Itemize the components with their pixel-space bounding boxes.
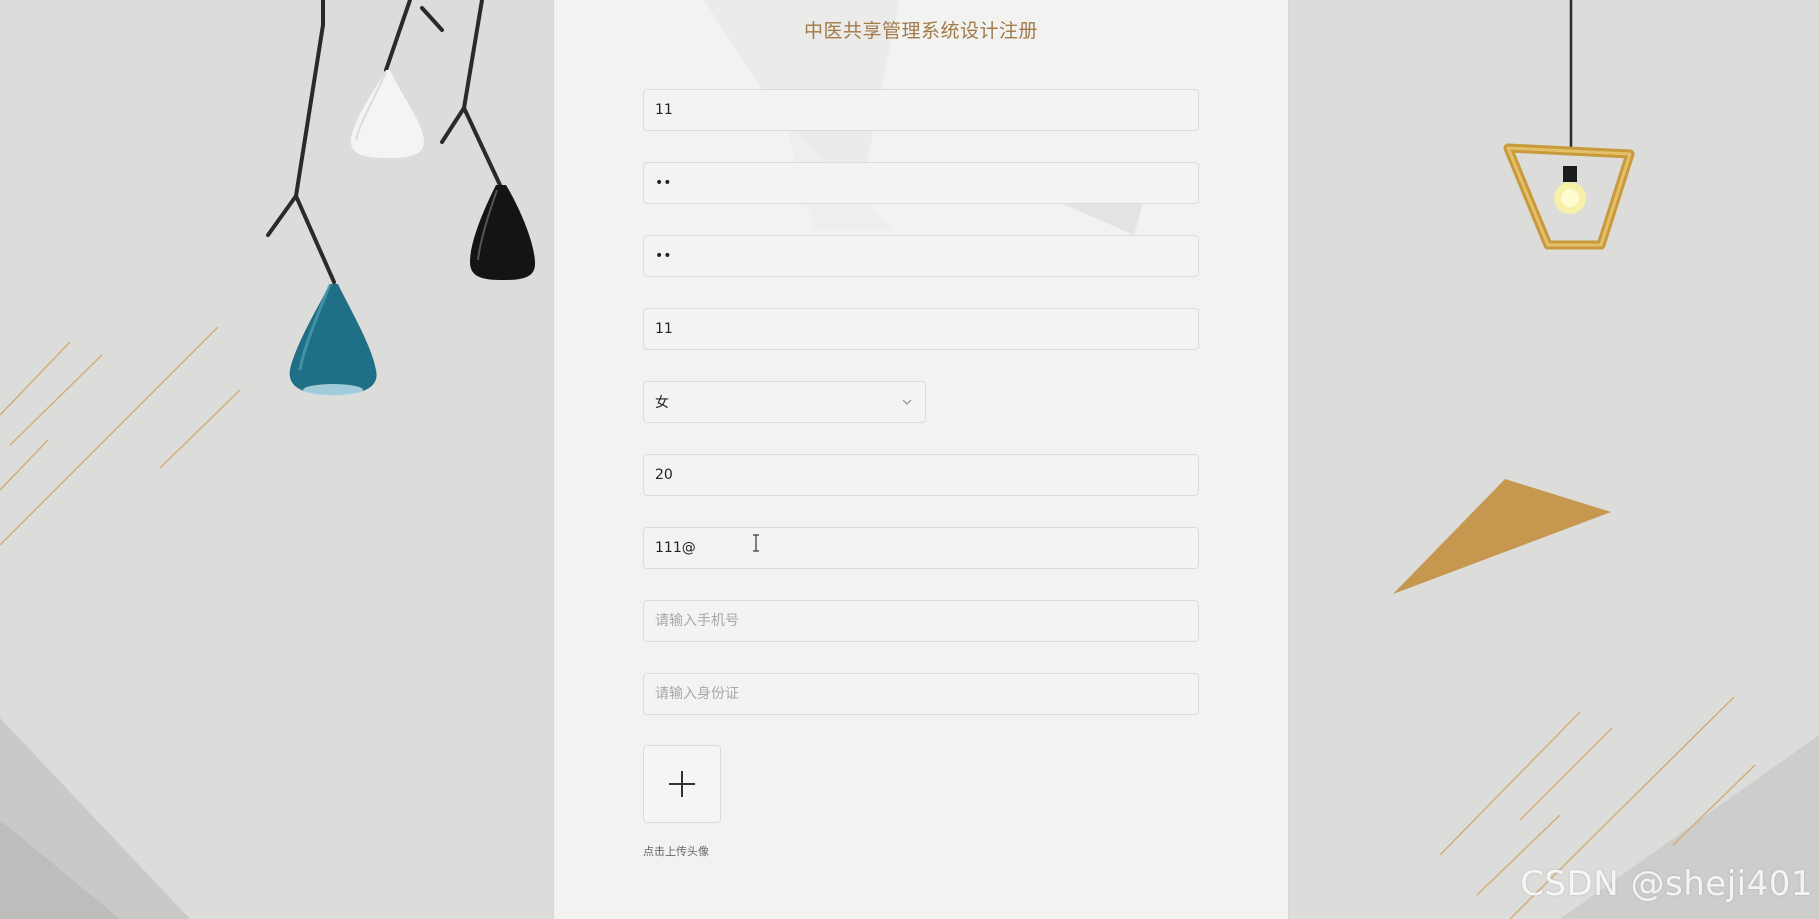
avatar-upload-button[interactable] <box>643 745 721 823</box>
confirm-password-field[interactable] <box>643 235 1199 277</box>
id-card-field[interactable] <box>643 673 1199 715</box>
chevron-down-icon <box>902 399 912 405</box>
phone-field[interactable] <box>643 600 1199 642</box>
plus-icon <box>669 771 695 797</box>
username-field[interactable] <box>643 89 1199 131</box>
name-field[interactable] <box>643 308 1199 350</box>
register-panel: 中医共享管理系统设计注册 女 点击上传头像 <box>553 0 1289 919</box>
text-cursor-icon <box>753 534 759 552</box>
email-field[interactable] <box>643 527 1199 569</box>
gender-selected-value: 女 <box>655 395 669 411</box>
page-title: 中医共享管理系统设计注册 <box>803 20 1038 42</box>
age-field[interactable] <box>643 454 1199 496</box>
gender-select[interactable]: 女 <box>643 381 926 423</box>
password-field[interactable] <box>643 162 1199 204</box>
upload-hint: 点击上传头像 <box>643 845 709 858</box>
watermark: CSDN @sheji401 <box>1520 864 1813 904</box>
